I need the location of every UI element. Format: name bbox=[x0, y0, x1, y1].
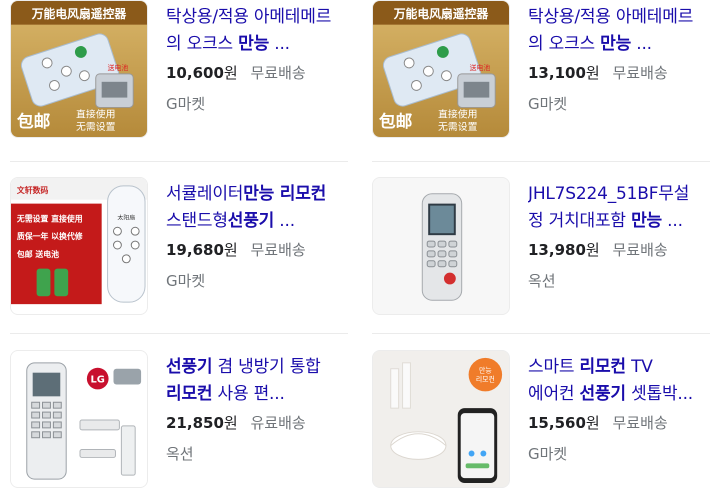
title-text: ... bbox=[661, 211, 683, 231]
price-row: 15,560원 무료배송 bbox=[528, 413, 700, 433]
price-unit: 원 bbox=[585, 241, 600, 259]
svg-text:文轩数码: 文轩数码 bbox=[17, 185, 49, 195]
title-text: 겸 냉방기 통합 bbox=[212, 357, 321, 377]
svg-text:包邮 送电池: 包邮 送电池 bbox=[16, 249, 59, 259]
shipping-info: 유료배송 bbox=[250, 414, 306, 432]
product-title[interactable]: 탁상용/적용 아메테메르 의 오크스 만능 ... bbox=[166, 4, 338, 58]
svg-text:리모컨: 리모컨 bbox=[476, 375, 495, 384]
price-row: 19,680원 무료배송 bbox=[166, 240, 338, 260]
svg-text:LG: LG bbox=[91, 375, 105, 386]
title-keyword: 만능 bbox=[600, 34, 632, 54]
product-grid: 万能电风扇遥控器 包邮 直接使用 无需设置 送电池 탁상용/적용 아메테메르 의… bbox=[0, 0, 721, 491]
svg-text:万能电风扇遥控器: 万能电风扇遥控器 bbox=[31, 7, 127, 21]
seller-name: 옥션 bbox=[166, 445, 194, 463]
svg-text:直接使用: 直接使用 bbox=[438, 107, 477, 120]
shipping-info: 무료배송 bbox=[250, 64, 306, 82]
seller-name: G마켓 bbox=[166, 95, 206, 113]
product-title[interactable]: 탁상용/적용 아메테메르 의 오크스 만능 ... bbox=[528, 4, 700, 58]
shipping-info: 무료배송 bbox=[250, 241, 306, 259]
divider bbox=[372, 333, 710, 334]
title-text: 스탠드형 bbox=[166, 211, 228, 231]
price: 10,600 bbox=[166, 64, 224, 82]
svg-text:质保一年 以换代修: 质保一年 以换代修 bbox=[17, 231, 83, 241]
product-title[interactable]: 선풍기 겸 냉방기 통합 리모컨 사용 편... bbox=[166, 354, 338, 408]
title-text: 셋톱박... bbox=[625, 384, 693, 404]
title-keyword: 선풍기 bbox=[166, 357, 213, 377]
price-unit: 원 bbox=[585, 414, 600, 432]
product-image[interactable]: 만능 리모컨 bbox=[372, 350, 510, 488]
svg-text:太阳扇: 太阳扇 bbox=[117, 213, 135, 221]
svg-text:送电池: 送电池 bbox=[470, 63, 491, 72]
remote-control-image: LG bbox=[11, 351, 147, 487]
price-unit: 원 bbox=[223, 241, 238, 259]
product-image[interactable]: 万能电风扇遥控器 包邮 直接使用 无需设置 送电池 bbox=[372, 0, 510, 138]
remote-control-image: 文轩数码 无需设置 直接使用 质保一年 以换代修 包邮 送电池 太阳扇 bbox=[11, 178, 147, 314]
product-card[interactable]: 만능 리모컨 스마트 리모컨 TV 에어컨 선풍기 셋톱박... 15,560원… bbox=[362, 350, 702, 490]
price-unit: 원 bbox=[223, 64, 238, 82]
product-title[interactable]: JHL7S224_51BF무설정 거치대포함 만능 ... bbox=[528, 181, 700, 235]
title-text: ... bbox=[631, 34, 652, 54]
seller-name: G마켓 bbox=[528, 95, 568, 113]
svg-text:送电池: 送电池 bbox=[108, 63, 129, 72]
svg-text:包邮: 包邮 bbox=[17, 111, 51, 131]
title-keyword: 선풍기 bbox=[227, 211, 275, 231]
seller-name: 옥션 bbox=[528, 272, 556, 290]
title-text: 스마트 bbox=[528, 357, 580, 377]
smart-remote-image: 만능 리모컨 bbox=[373, 351, 509, 487]
product-image[interactable]: LG bbox=[10, 350, 148, 488]
remote-control-image: 万能电风扇遥控器 包邮 直接使用 无需设置 送电池 bbox=[373, 1, 509, 137]
price: 15,560 bbox=[528, 414, 586, 432]
title-keyword: 만능 bbox=[238, 34, 270, 54]
product-card[interactable]: JHL7S224_51BF무설정 거치대포함 만능 ... 13,980원 무료… bbox=[362, 177, 702, 317]
product-image[interactable]: 万能电风扇遥控器 包邮 直接使用 无需设置 送电池 bbox=[10, 0, 148, 138]
price-row: 13,980원 무료배송 bbox=[528, 240, 700, 260]
price: 21,850 bbox=[166, 414, 224, 432]
svg-text:만능: 만능 bbox=[479, 366, 492, 375]
remote-control-image bbox=[373, 178, 509, 314]
price-row: 10,600원 무료배송 bbox=[166, 63, 338, 83]
price: 13,100 bbox=[528, 64, 586, 82]
divider bbox=[10, 161, 348, 162]
price-row: 13,100원 무료배송 bbox=[528, 63, 700, 83]
price-unit: 원 bbox=[223, 414, 238, 432]
svg-text:直接使用: 直接使用 bbox=[76, 107, 115, 120]
product-card[interactable]: 万能电风扇遥控器 包邮 直接使用 无需设置 送电池 탁상용/적용 아메테메르 의… bbox=[0, 0, 340, 140]
svg-text:包邮: 包邮 bbox=[379, 111, 413, 131]
product-title[interactable]: 스마트 리모컨 TV 에어컨 선풍기 셋톱박... bbox=[528, 354, 700, 408]
title-text: ... bbox=[269, 34, 290, 54]
shipping-info: 무료배송 bbox=[612, 414, 668, 432]
remote-control-image: 万能电风扇遥控器 包邮 直接使用 无需设置 送电池 bbox=[11, 1, 147, 137]
product-title[interactable]: 서큘레이터만능 리모컨 스탠드형선풍기 ... bbox=[166, 181, 338, 235]
product-image[interactable] bbox=[372, 177, 510, 315]
price: 13,980 bbox=[528, 241, 586, 259]
price-unit: 원 bbox=[585, 64, 600, 82]
title-text: 서큘레이터 bbox=[166, 184, 244, 204]
svg-text:无需设置: 无需设置 bbox=[438, 121, 478, 133]
svg-text:万能电风扇遥控器: 万能电风扇遥控器 bbox=[393, 7, 489, 21]
product-card[interactable]: 万能电风扇遥控器 包邮 直接使用 无需设置 送电池 탁상용/적용 아메테메르 의… bbox=[362, 0, 702, 140]
title-keyword: 리모컨 bbox=[579, 357, 627, 377]
title-keyword: 만능 bbox=[631, 211, 662, 231]
product-image[interactable]: 文轩数码 无需设置 直接使用 质保一年 以换代修 包邮 送电池 太阳扇 bbox=[10, 177, 148, 315]
product-card[interactable]: LG 선풍기 겸 냉방기 통합 리모컨 사용 편... 21,850원 유료배송… bbox=[0, 350, 340, 490]
seller-name: G마켓 bbox=[166, 272, 206, 290]
title-text: ... bbox=[274, 211, 295, 231]
price-row: 21,850원 유료배송 bbox=[166, 413, 338, 433]
title-keyword: 선풍기 bbox=[579, 384, 627, 404]
title-keyword: 리모컨 bbox=[166, 384, 213, 404]
title-text: 사용 편... bbox=[212, 384, 285, 404]
svg-text:无需设置: 无需设置 bbox=[76, 121, 116, 133]
svg-text:无需设置 直接使用: 无需设置 直接使用 bbox=[16, 213, 83, 223]
shipping-info: 무료배송 bbox=[612, 241, 668, 259]
title-keyword: 만능 리모컨 bbox=[243, 184, 327, 204]
shipping-info: 무료배송 bbox=[612, 64, 668, 82]
price: 19,680 bbox=[166, 241, 224, 259]
divider bbox=[10, 333, 348, 334]
divider bbox=[372, 161, 710, 162]
seller-name: G마켓 bbox=[528, 445, 568, 463]
product-card[interactable]: 文轩数码 无需设置 直接使用 质保一年 以换代修 包邮 送电池 太阳扇 서큘레이… bbox=[0, 177, 340, 317]
